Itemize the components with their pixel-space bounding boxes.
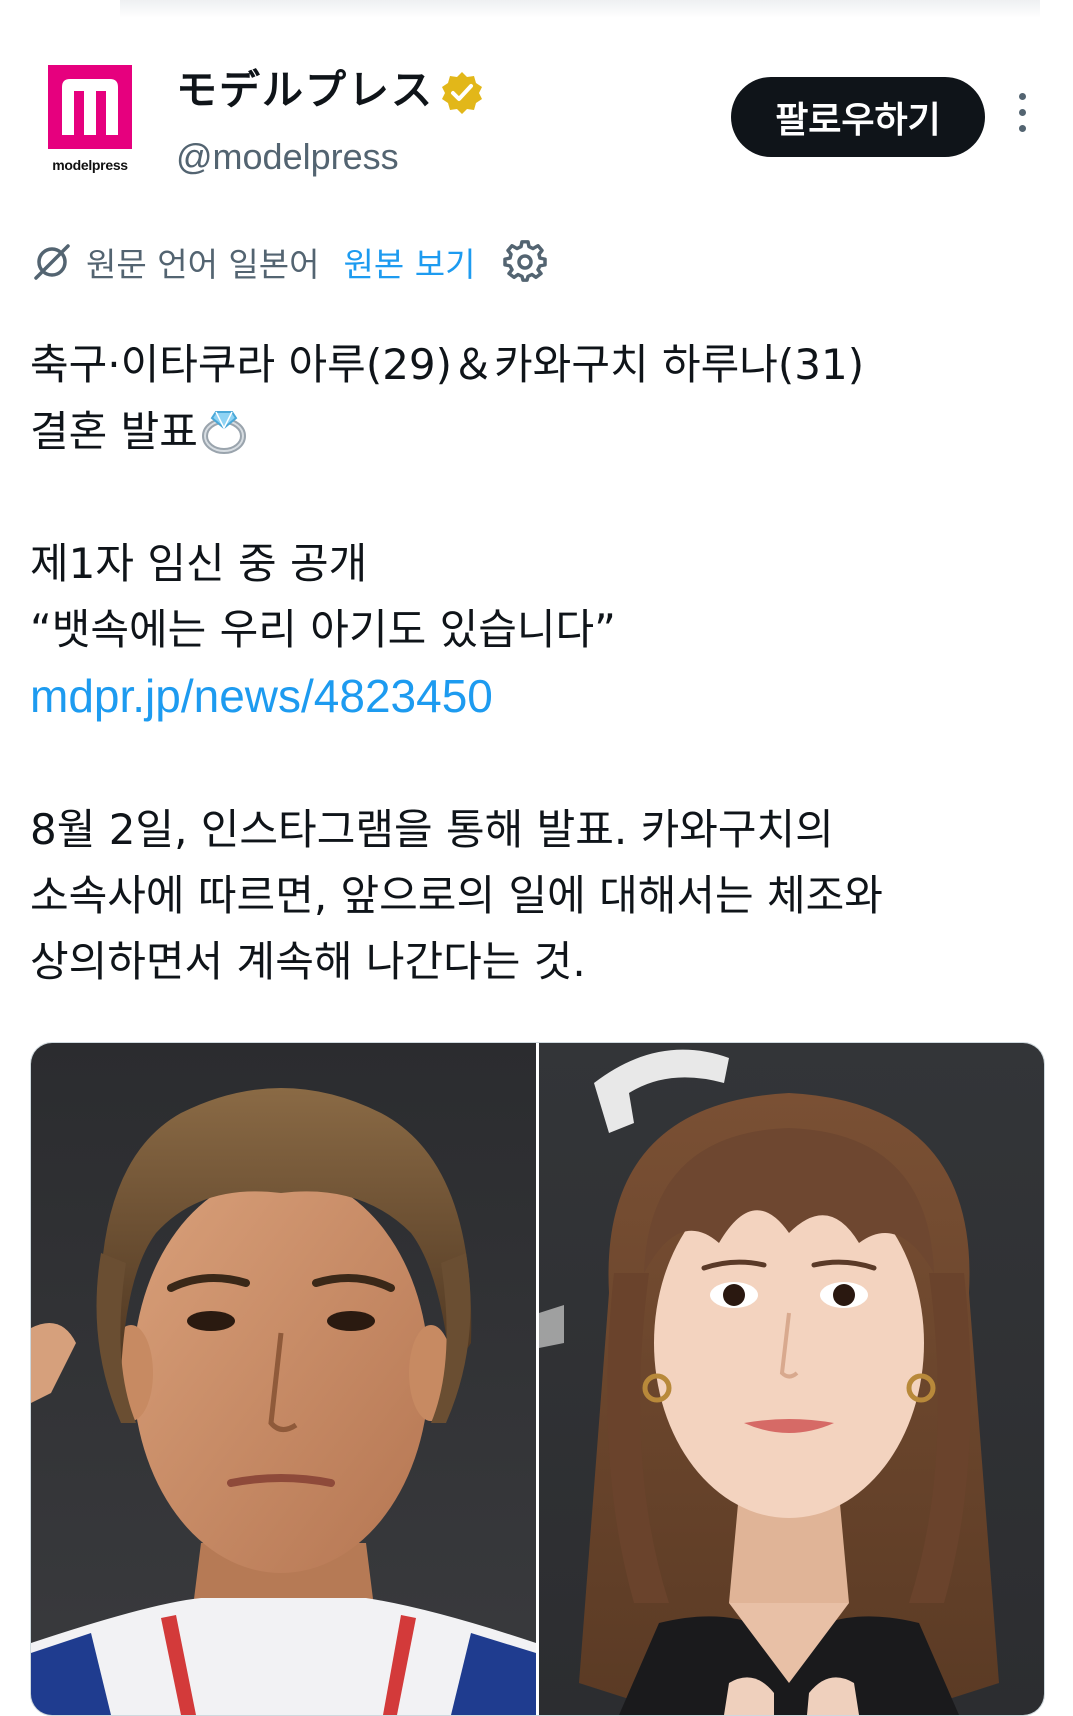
translation-bar: 원문 언어 일본어 원본 보기: [30, 237, 548, 287]
view-original-link[interactable]: 원본 보기: [344, 238, 476, 286]
man-portrait-image: [31, 1043, 536, 1715]
tweet-header: modelpress モデルプレス @modelpress 팔로우하기: [0, 55, 1073, 185]
display-name[interactable]: モデルプレス: [176, 65, 434, 115]
woman-portrait-image: [539, 1043, 1044, 1715]
man-portrait-photo[interactable]: [31, 1043, 536, 1715]
article-link[interactable]: mdpr.jp/news/4823450: [30, 670, 493, 722]
follow-button[interactable]: 팔로우하기: [731, 77, 985, 157]
logo-text: modelpress: [52, 157, 128, 173]
tweet-line: 제1자 임신 중 공개: [30, 539, 368, 588]
gear-icon[interactable]: [503, 240, 548, 284]
tweet-line: 8월 2일, 인스타그램을 통해 발표. 카와구치의: [30, 805, 834, 854]
woman-portrait-photo[interactable]: [539, 1043, 1044, 1715]
translation-source-text: 원문 언어 일본어: [86, 245, 320, 284]
top-fade: [120, 0, 1040, 18]
more-vertical-icon[interactable]: [1010, 93, 1034, 143]
tweet-line: 축구·이타쿠라 아루(29)＆카와구치 하루나(31): [30, 340, 865, 389]
verified-badge-icon: [442, 72, 482, 114]
account-handle[interactable]: @modelpress: [176, 135, 399, 179]
ring-icon: [201, 411, 246, 454]
translate-icon: [34, 244, 70, 280]
avatar[interactable]: modelpress: [45, 65, 135, 185]
tweet-line: 결혼 발표: [30, 407, 198, 456]
tweet-line: “뱃속에는 우리 아기도 있습니다”: [30, 605, 616, 654]
tweet-line: 소속사에 따르면, 앞으로의 일에 대해서는 체조와: [30, 871, 883, 920]
tweet-line-with-emoji: 결혼 발표: [30, 398, 1040, 465]
logo-mark: [48, 65, 132, 149]
media-grid: [30, 1042, 1045, 1716]
logo-m-icon: [62, 79, 118, 135]
tweet-text: 축구·이타쿠라 아루(29)＆카와구치 하루나(31) 결혼 발표 제1자 임신…: [30, 332, 1040, 995]
tweet-line: 상의하면서 계속해 나간다는 것.: [30, 937, 586, 986]
